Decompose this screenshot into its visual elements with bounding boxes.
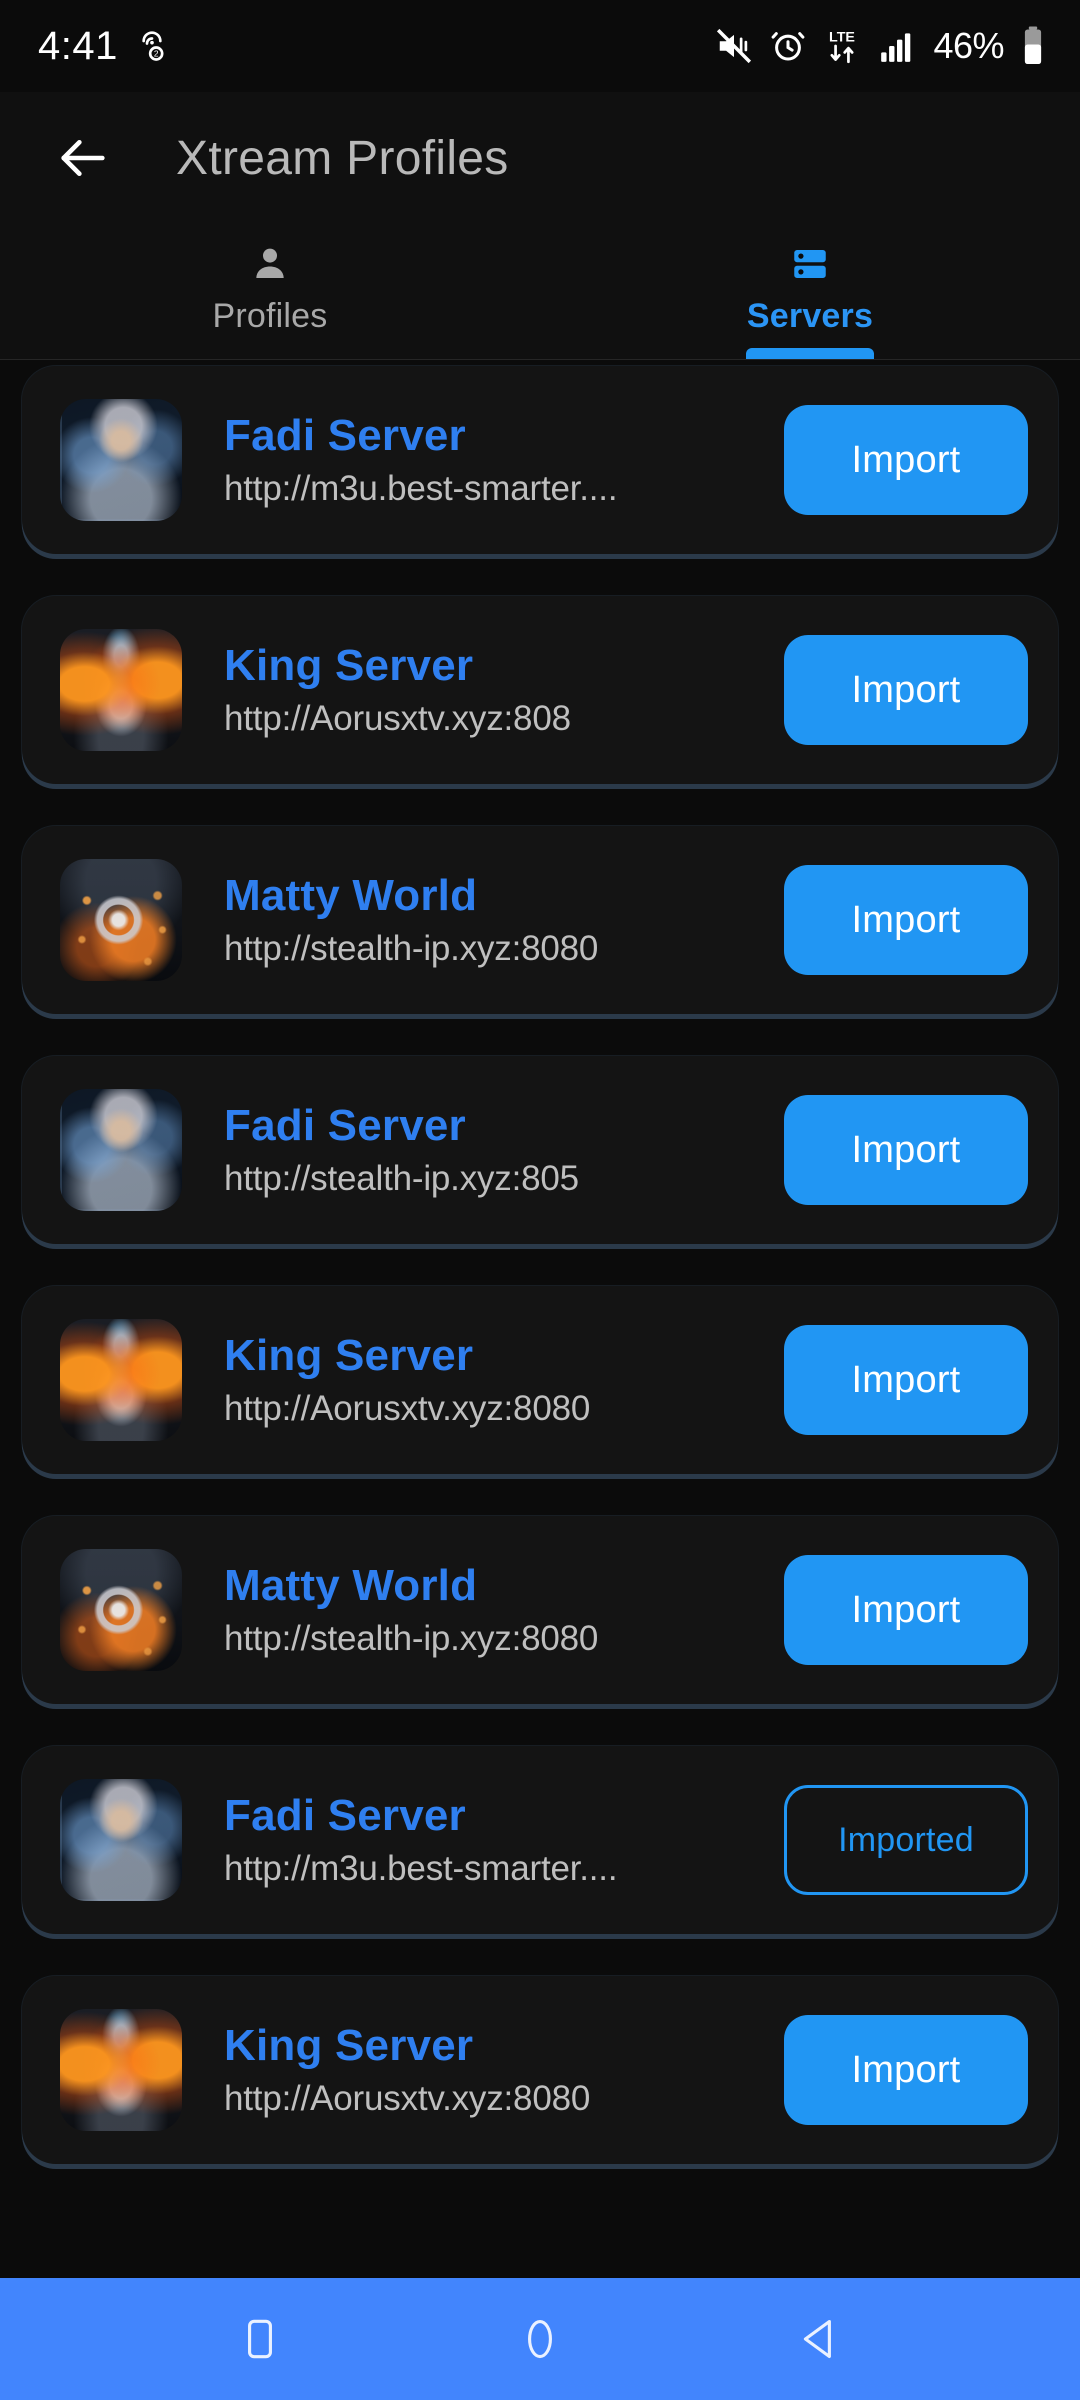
imported-button[interactable]: Imported xyxy=(784,1785,1028,1895)
server-info: King Server http://Aorusxtv.xyz:8080 xyxy=(224,2021,784,2119)
server-avatar xyxy=(60,1549,182,1671)
server-name: Matty World xyxy=(224,1561,478,1610)
alarm-icon xyxy=(769,27,807,65)
tab-profiles[interactable]: Profiles xyxy=(0,224,540,359)
svg-text:LTE: LTE xyxy=(829,30,855,46)
import-button[interactable]: Import xyxy=(784,1095,1028,1205)
server-card[interactable]: Matty World http://stealth-ip.xyz:8080 Imp… xyxy=(22,826,1058,1014)
server-info: Fadi Server http://m3u.best-smarter.... xyxy=(224,411,784,509)
square-recents-icon xyxy=(235,2314,285,2364)
import-button[interactable]: Import xyxy=(784,1555,1028,1665)
server-name: Fadi Server xyxy=(224,1791,466,1840)
server-name: King Server xyxy=(224,2021,474,2070)
tab-servers[interactable]: Servers xyxy=(540,224,1080,359)
server-info: Matty World http://stealth-ip.xyz:8080 xyxy=(224,871,784,969)
status-bar: 4:41 2 LTE 46% xyxy=(0,0,1080,92)
server-card[interactable]: King Server http://Aorusxtv.xyz:808 Import xyxy=(22,596,1058,784)
server-name: Matty World xyxy=(224,871,478,920)
server-url: http://Aorusxtv.xyz:8080 xyxy=(224,2079,591,2118)
server-url: http://stealth-ip.xyz:8080 xyxy=(224,929,599,968)
server-list[interactable]: Fadi Server http://m3u.best-smarter.... Im… xyxy=(0,360,1080,2278)
server-card[interactable]: Matty World http://stealth-ip.xyz:8080 Imp… xyxy=(22,1516,1058,1704)
server-url: http://Aorusxtv.xyz:8080 xyxy=(224,1389,591,1428)
import-button[interactable]: Import xyxy=(784,405,1028,515)
tab-active-indicator xyxy=(746,348,874,359)
server-info: Fadi Server http://m3u.best-smarter.... xyxy=(224,1791,784,1889)
signal-dual-sim-icon: 2 xyxy=(132,26,172,66)
server-card[interactable]: Fadi Server http://stealth-ip.xyz:805 Impo… xyxy=(22,1056,1058,1244)
tab-bar: Profiles Servers xyxy=(0,224,1080,360)
server-name: King Server xyxy=(224,1331,474,1380)
status-bar-right: LTE 46% xyxy=(715,25,1046,67)
server-url: http://m3u.best-smarter.... xyxy=(224,1849,618,1888)
server-url: http://stealth-ip.xyz:8080 xyxy=(224,1619,599,1658)
server-avatar xyxy=(60,1319,182,1441)
server-info: Matty World http://stealth-ip.xyz:8080 xyxy=(224,1561,784,1659)
battery-icon xyxy=(1020,25,1046,67)
mute-vibrate-icon xyxy=(715,27,753,65)
lte-data-icon: LTE xyxy=(823,26,861,66)
server-info: Fadi Server http://stealth-ip.xyz:805 xyxy=(224,1101,784,1199)
android-nav-bar xyxy=(0,2278,1080,2400)
server-card[interactable]: King Server http://Aorusxtv.xyz:8080 Impor… xyxy=(22,1976,1058,2164)
battery-percent-label: 46% xyxy=(933,25,1004,66)
app-bar: Xtream Profiles xyxy=(0,92,1080,224)
arrow-left-icon xyxy=(54,129,112,187)
server-rack-icon xyxy=(789,243,831,285)
status-bar-left: 4:41 2 xyxy=(38,24,172,69)
back-button[interactable] xyxy=(46,121,120,195)
tab-profiles-label: Profiles xyxy=(212,297,328,335)
status-clock: 4:41 xyxy=(38,23,118,68)
triangle-back-icon xyxy=(795,2314,845,2364)
server-url: http://m3u.best-smarter.... xyxy=(224,469,618,508)
page-title: Xtream Profiles xyxy=(176,131,509,185)
home-button[interactable] xyxy=(490,2289,590,2389)
server-avatar xyxy=(60,2009,182,2131)
server-avatar xyxy=(60,1779,182,1901)
back-nav-button[interactable] xyxy=(770,2289,870,2389)
circle-home-icon xyxy=(515,2314,565,2364)
import-button[interactable]: Import xyxy=(784,635,1028,745)
cellular-signal-icon xyxy=(877,27,917,65)
import-button[interactable]: Import xyxy=(784,865,1028,975)
tab-servers-label: Servers xyxy=(746,297,874,335)
server-card[interactable]: Fadi Server http://m3u.best-smarter.... Im… xyxy=(22,1746,1058,1934)
import-button[interactable]: Import xyxy=(784,1325,1028,1435)
server-avatar xyxy=(60,859,182,981)
server-name: Fadi Server xyxy=(224,411,466,460)
server-avatar xyxy=(60,629,182,751)
server-info: King Server http://Aorusxtv.xyz:8080 xyxy=(224,1331,784,1429)
import-button[interactable]: Import xyxy=(784,2015,1028,2125)
server-url: http://Aorusxtv.xyz:808 xyxy=(224,699,571,738)
server-avatar xyxy=(60,1089,182,1211)
server-url: http://stealth-ip.xyz:805 xyxy=(224,1159,579,1198)
recents-button[interactable] xyxy=(210,2289,310,2389)
phone-screen: 4:41 2 LTE 46% Xtream Profiles Profiles … xyxy=(0,0,1080,2400)
server-name: King Server xyxy=(224,641,474,690)
server-card[interactable]: King Server http://Aorusxtv.xyz:8080 Impor… xyxy=(22,1286,1058,1474)
svg-text:2: 2 xyxy=(154,49,159,59)
person-icon xyxy=(249,243,291,285)
server-avatar xyxy=(60,399,182,521)
server-info: King Server http://Aorusxtv.xyz:808 xyxy=(224,641,784,739)
server-name: Fadi Server xyxy=(224,1101,466,1150)
server-card[interactable]: Fadi Server http://m3u.best-smarter.... Im… xyxy=(22,366,1058,554)
